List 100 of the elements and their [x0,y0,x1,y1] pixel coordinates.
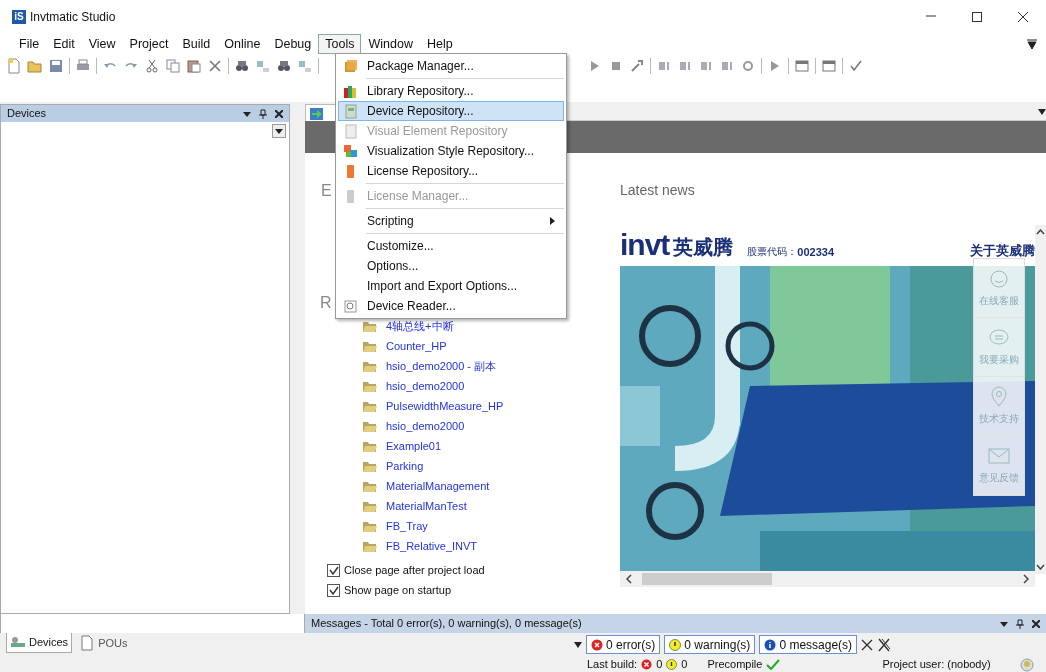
folder-icon [362,319,378,333]
project-link[interactable]: hsio_demo2000 [386,376,465,396]
checkbox-label: Close page after project load [344,562,485,578]
dropdown-icon[interactable] [243,109,251,118]
folder-icon [362,499,378,513]
news-heading: Latest news [620,181,696,200]
copy-icon[interactable] [165,58,181,74]
package-icon [342,58,358,74]
horizontal-scrollbar[interactable] [620,571,1035,587]
project-link[interactable]: MaterialManagement [386,476,490,496]
menu-item[interactable]: Debug [267,34,319,54]
folder-icon [362,439,378,453]
close-icon[interactable] [1017,11,1029,23]
about-link[interactable]: 关于英威腾 [970,242,1035,260]
checkbox[interactable] [327,583,340,597]
pin-icon[interactable] [259,108,267,119]
menu-item[interactable]: Project [122,34,176,54]
clear-all-icon[interactable] [877,637,892,652]
panel-tab[interactable]: Devices [6,633,73,653]
warning-icon [669,638,682,651]
menu-item[interactable]: Window [361,34,420,54]
messages-title: Messages - Total 0 error(s), 0 warning(s), 0 message(s) [311,616,583,632]
dropdown-button[interactable] [272,124,286,138]
pin-icon[interactable] [1016,618,1024,629]
checkbox[interactable] [327,563,340,577]
project-user: Project user: (nobody) [882,657,991,672]
chevron-right-icon[interactable] [1023,574,1029,584]
menu-item[interactable]: Edit [46,34,82,54]
menu-item[interactable]: Device Reader... [338,296,564,316]
paste-icon[interactable] [186,58,202,74]
filter-button[interactable]: 0 message(s) [759,635,858,654]
caret-icon [275,128,283,134]
filter-button[interactable]: 0 warning(s) [664,635,756,654]
close-icon[interactable] [275,109,283,118]
info-icon [764,638,777,651]
filter-button[interactable]: 0 error(s) [586,635,661,654]
panel-title: Devices [7,106,48,122]
document-icon [79,635,96,651]
project-link[interactable]: FB_Tray [386,516,428,536]
stock-code: 002334 [797,245,835,260]
menu-item[interactable]: Tools [318,34,362,54]
folder-icon [362,339,378,353]
folder-icon [362,539,378,553]
menu-item[interactable]: Options... [338,256,564,276]
error-icon [591,638,603,651]
binoculars-icon[interactable] [276,58,292,74]
project-link[interactable]: Parking [386,456,424,476]
menu-item[interactable]: License Repository... [338,161,564,181]
window-title: Invtmatic Studio [30,9,116,26]
menu-item[interactable]: Visualization Style Repository... [338,141,564,161]
overflow-icon[interactable] [1026,38,1038,50]
vertical-scrollbar[interactable] [1035,225,1046,574]
location-pin-icon [988,386,1010,408]
panel-tab[interactable]: POUs [76,633,131,653]
folder-icon [362,479,378,493]
submenu-arrow-icon [550,217,555,225]
clear-icon[interactable] [861,638,874,651]
window-icon[interactable] [821,58,837,74]
folder-icon[interactable] [27,58,43,74]
dropdown-icon[interactable] [574,641,582,648]
project-link[interactable]: Counter_HP [386,336,447,356]
chevron-down-icon[interactable] [1036,564,1045,570]
project-link[interactable]: MaterialManTest [386,496,467,516]
save-icon[interactable] [48,58,64,74]
folder-icon [362,419,378,433]
breakpoint-icon[interactable] [740,58,756,74]
menu-item[interactable]: Package Manager... [338,56,564,76]
check-icon[interactable] [848,58,864,74]
menu-item[interactable]: Online [217,34,268,54]
menu-item[interactable]: File [12,34,47,54]
project-link[interactable]: PulsewidthMeasure_HP [386,396,504,416]
project-link[interactable]: Example01 [386,436,442,456]
arrow-icon [310,108,323,121]
project-link[interactable]: hsio_demo2000 - 副本 [386,356,497,376]
dropdown-icon[interactable] [1000,619,1008,628]
maximize-icon[interactable] [971,11,983,23]
brand-name: 英威腾 [673,235,734,260]
close-icon[interactable] [1032,619,1040,628]
dropdown-icon[interactable] [1038,109,1046,115]
folder-icon [362,359,378,373]
menu-item[interactable]: View [81,34,123,54]
chevron-left-icon[interactable] [626,574,632,584]
menu-item[interactable]: Help [419,34,460,54]
menu-item[interactable]: Build [175,34,218,54]
chevron-up-icon[interactable] [1036,229,1045,235]
project-link[interactable]: hsio_demo2000 [386,416,465,436]
menu-item[interactable]: Customize... [338,236,564,256]
delete-icon[interactable] [207,58,223,74]
folder-icon [362,459,378,473]
project-link[interactable]: FB_Relative_INVT [386,536,478,556]
envelope-icon [988,445,1010,467]
menu-item[interactable]: Library Repository... [338,81,564,101]
menu-item[interactable]: Scripting [338,211,564,231]
cut-icon[interactable] [144,58,160,74]
menu-item[interactable]: Device Repository... [338,101,564,121]
window-icon[interactable] [794,58,810,74]
project-link[interactable]: 4轴总线+中断 [386,316,454,336]
menu-item[interactable]: Import and Export Options... [338,276,564,296]
error-icon [641,659,653,670]
binoculars-icon[interactable] [234,58,250,74]
